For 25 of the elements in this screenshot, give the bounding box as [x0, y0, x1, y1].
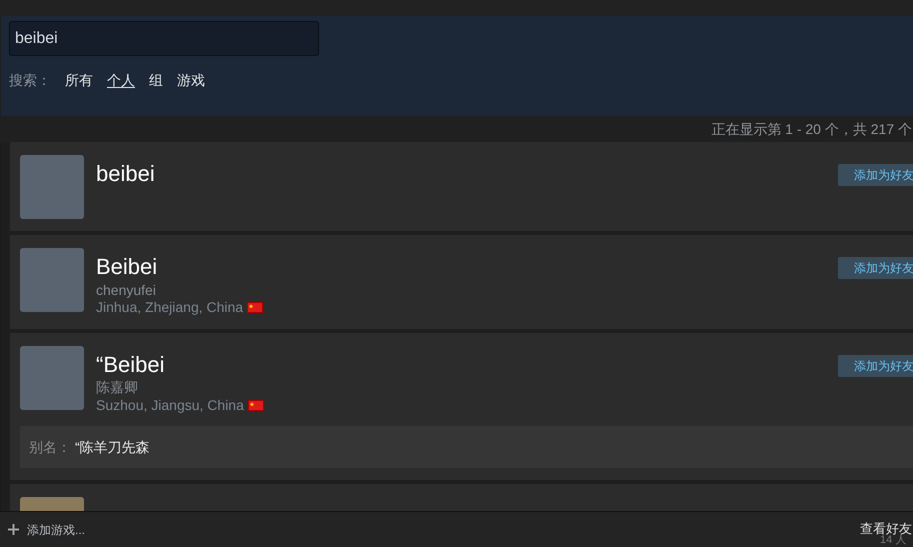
view-friends-link[interactable]: 查看好友: [860, 522, 912, 534]
alias-value: “陈羊刀先森: [75, 438, 150, 456]
filter-tab[interactable]: 个人: [107, 70, 135, 91]
plus-icon: [8, 524, 19, 535]
real-name: chenyufei: [96, 282, 157, 299]
avatar-placeholder: [20, 155, 84, 219]
user-name[interactable]: Beibei: [96, 253, 264, 280]
location: Suzhou, Jiangsu, China: [96, 396, 244, 414]
filter-tab[interactable]: 组: [149, 70, 163, 91]
real-name: 陈嘉卿: [96, 379, 139, 396]
flag-icon: [247, 302, 264, 314]
flag-icon: [248, 400, 264, 411]
search-field[interactable]: beibei: [9, 21, 319, 56]
friends-online-count: 14 人: [880, 534, 906, 546]
results-summary: 正在显示第 1 - 20 个，共 217 个: [711, 120, 912, 138]
avatar-placeholder: [20, 346, 84, 410]
filter-tab[interactable]: 游戏: [177, 70, 205, 91]
filter-tab[interactable]: 所有: [65, 70, 93, 91]
user-name[interactable]: “Beibei: [96, 350, 264, 378]
user-name[interactable]: beibei: [96, 160, 155, 188]
add-game-link[interactable]: 添加游戏...: [27, 520, 86, 538]
avatar-placeholder: [20, 248, 84, 312]
search-label: 搜索：: [9, 71, 51, 90]
location: Jinhua, Zhejiang, China: [96, 299, 244, 316]
alias-label: 别名：: [29, 438, 71, 456]
